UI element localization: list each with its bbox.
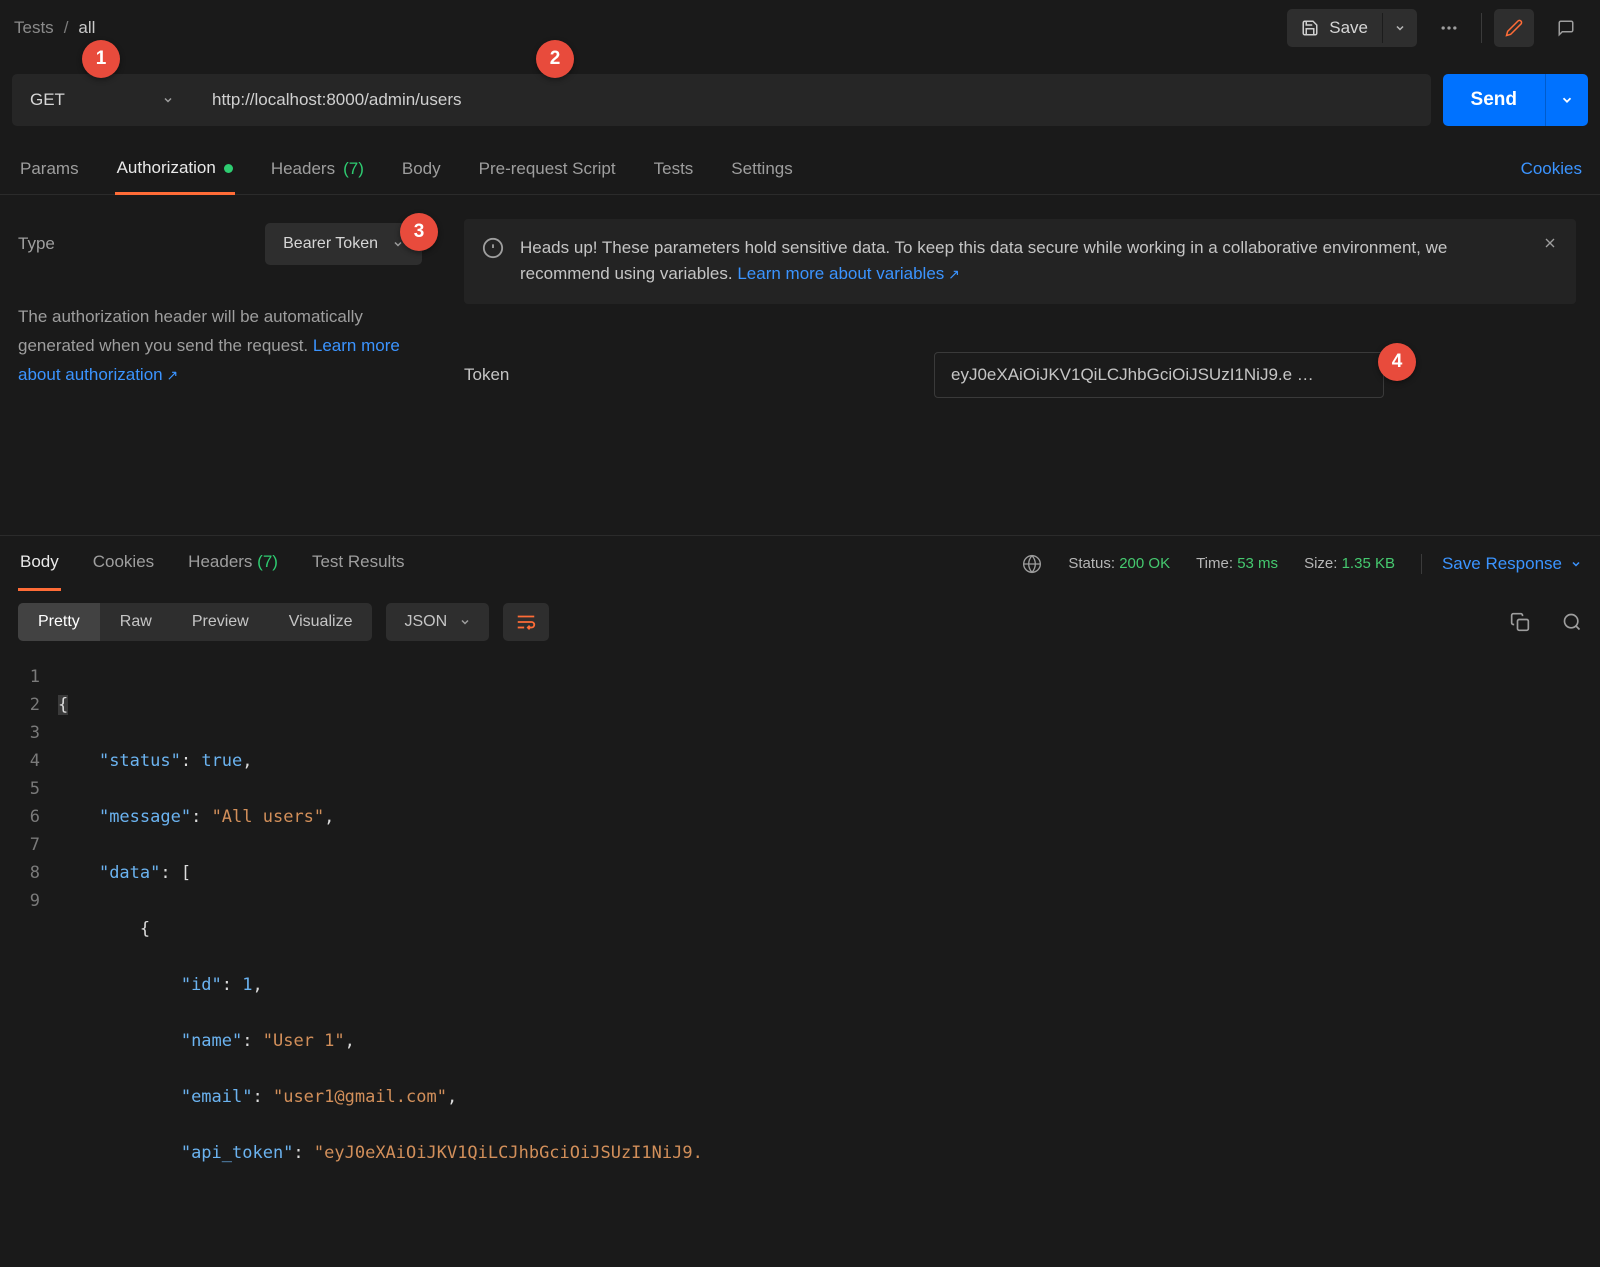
chevron-down-icon: [162, 94, 174, 106]
breadcrumb: Tests / all: [14, 18, 95, 38]
search-icon: [1562, 612, 1582, 632]
status-meta: Status: 200 OK: [1068, 555, 1170, 572]
send-dropdown[interactable]: [1545, 74, 1588, 126]
save-response-button[interactable]: Save Response: [1421, 554, 1582, 574]
cookies-link[interactable]: Cookies: [1521, 159, 1582, 179]
search-button[interactable]: [1562, 612, 1582, 632]
tab-body[interactable]: Body: [400, 144, 443, 194]
wrap-icon: [515, 611, 537, 633]
breadcrumb-root[interactable]: Tests: [14, 18, 54, 38]
view-pretty[interactable]: Pretty: [18, 603, 100, 641]
wrap-lines-button[interactable]: [503, 603, 549, 641]
save-dropdown[interactable]: [1382, 13, 1417, 43]
annotation-badge-2: 2: [536, 40, 574, 78]
tab-tests[interactable]: Tests: [652, 144, 696, 194]
tab-prerequest[interactable]: Pre-request Script: [477, 144, 618, 194]
copy-button[interactable]: [1510, 612, 1530, 632]
save-icon: [1301, 19, 1319, 37]
save-button[interactable]: Save: [1287, 9, 1382, 47]
status-dot-icon: [224, 164, 233, 173]
code-content: { "status": true, "message": "All users"…: [58, 663, 1600, 1193]
view-preview[interactable]: Preview: [172, 603, 269, 641]
view-raw[interactable]: Raw: [100, 603, 172, 641]
token-input[interactable]: [934, 352, 1384, 398]
auth-type-value: Bearer Token: [283, 235, 378, 253]
sensitive-data-banner: Heads up! These parameters hold sensitiv…: [464, 219, 1576, 304]
learn-more-variables-link[interactable]: Learn more about variables: [737, 264, 960, 283]
comments-button[interactable]: [1546, 9, 1586, 47]
auth-type-label: Type: [18, 234, 55, 254]
tab-headers[interactable]: Headers (7): [269, 144, 366, 194]
auth-type-select[interactable]: Bearer Token: [265, 223, 422, 265]
size-meta: Size: 1.35 KB: [1304, 555, 1395, 572]
chevron-down-icon: [1560, 93, 1574, 107]
format-select[interactable]: JSON: [386, 603, 489, 641]
response-tab-headers[interactable]: Headers (7): [186, 536, 280, 591]
close-icon: [1542, 235, 1558, 251]
tab-authorization[interactable]: Authorization: [115, 144, 235, 195]
annotation-badge-4: 4: [1378, 343, 1416, 381]
send-button[interactable]: Send: [1443, 74, 1545, 126]
breadcrumb-current: all: [78, 18, 95, 38]
method-value: GET: [30, 90, 65, 110]
line-gutter: 1 2 3 4 5 6 7 8 9: [10, 663, 58, 1193]
method-select[interactable]: GET: [12, 74, 192, 126]
tab-params[interactable]: Params: [18, 144, 81, 194]
view-visualize[interactable]: Visualize: [269, 603, 373, 641]
close-banner-button[interactable]: [1542, 235, 1558, 251]
auth-description: The authorization header will be automat…: [18, 303, 422, 390]
copy-icon: [1510, 612, 1530, 632]
response-tab-body[interactable]: Body: [18, 536, 61, 591]
chevron-down-icon: [1394, 22, 1406, 34]
response-tab-test-results[interactable]: Test Results: [310, 536, 407, 591]
save-label: Save: [1329, 18, 1368, 38]
chevron-down-icon: [1570, 558, 1582, 570]
view-mode-switch: Pretty Raw Preview Visualize: [18, 603, 372, 641]
more-actions-button[interactable]: [1429, 9, 1469, 47]
more-horizontal-icon: [1439, 18, 1459, 38]
url-input[interactable]: [192, 74, 1431, 126]
comment-icon: [1557, 19, 1575, 37]
response-tab-cookies[interactable]: Cookies: [91, 536, 156, 591]
token-label: Token: [464, 365, 874, 385]
chevron-down-icon: [459, 616, 471, 628]
breadcrumb-separator: /: [64, 18, 69, 38]
tab-settings[interactable]: Settings: [729, 144, 794, 194]
response-body[interactable]: 1 2 3 4 5 6 7 8 9 { "status": true, "mes…: [0, 653, 1600, 1193]
time-meta: Time: 53 ms: [1196, 555, 1278, 572]
edit-button[interactable]: [1494, 9, 1534, 47]
pencil-icon: [1505, 19, 1523, 37]
annotation-badge-3: 3: [400, 213, 438, 251]
info-icon: [482, 237, 504, 259]
globe-icon[interactable]: [1022, 554, 1042, 574]
annotation-badge-1: 1: [82, 40, 120, 78]
divider: [1481, 13, 1482, 43]
